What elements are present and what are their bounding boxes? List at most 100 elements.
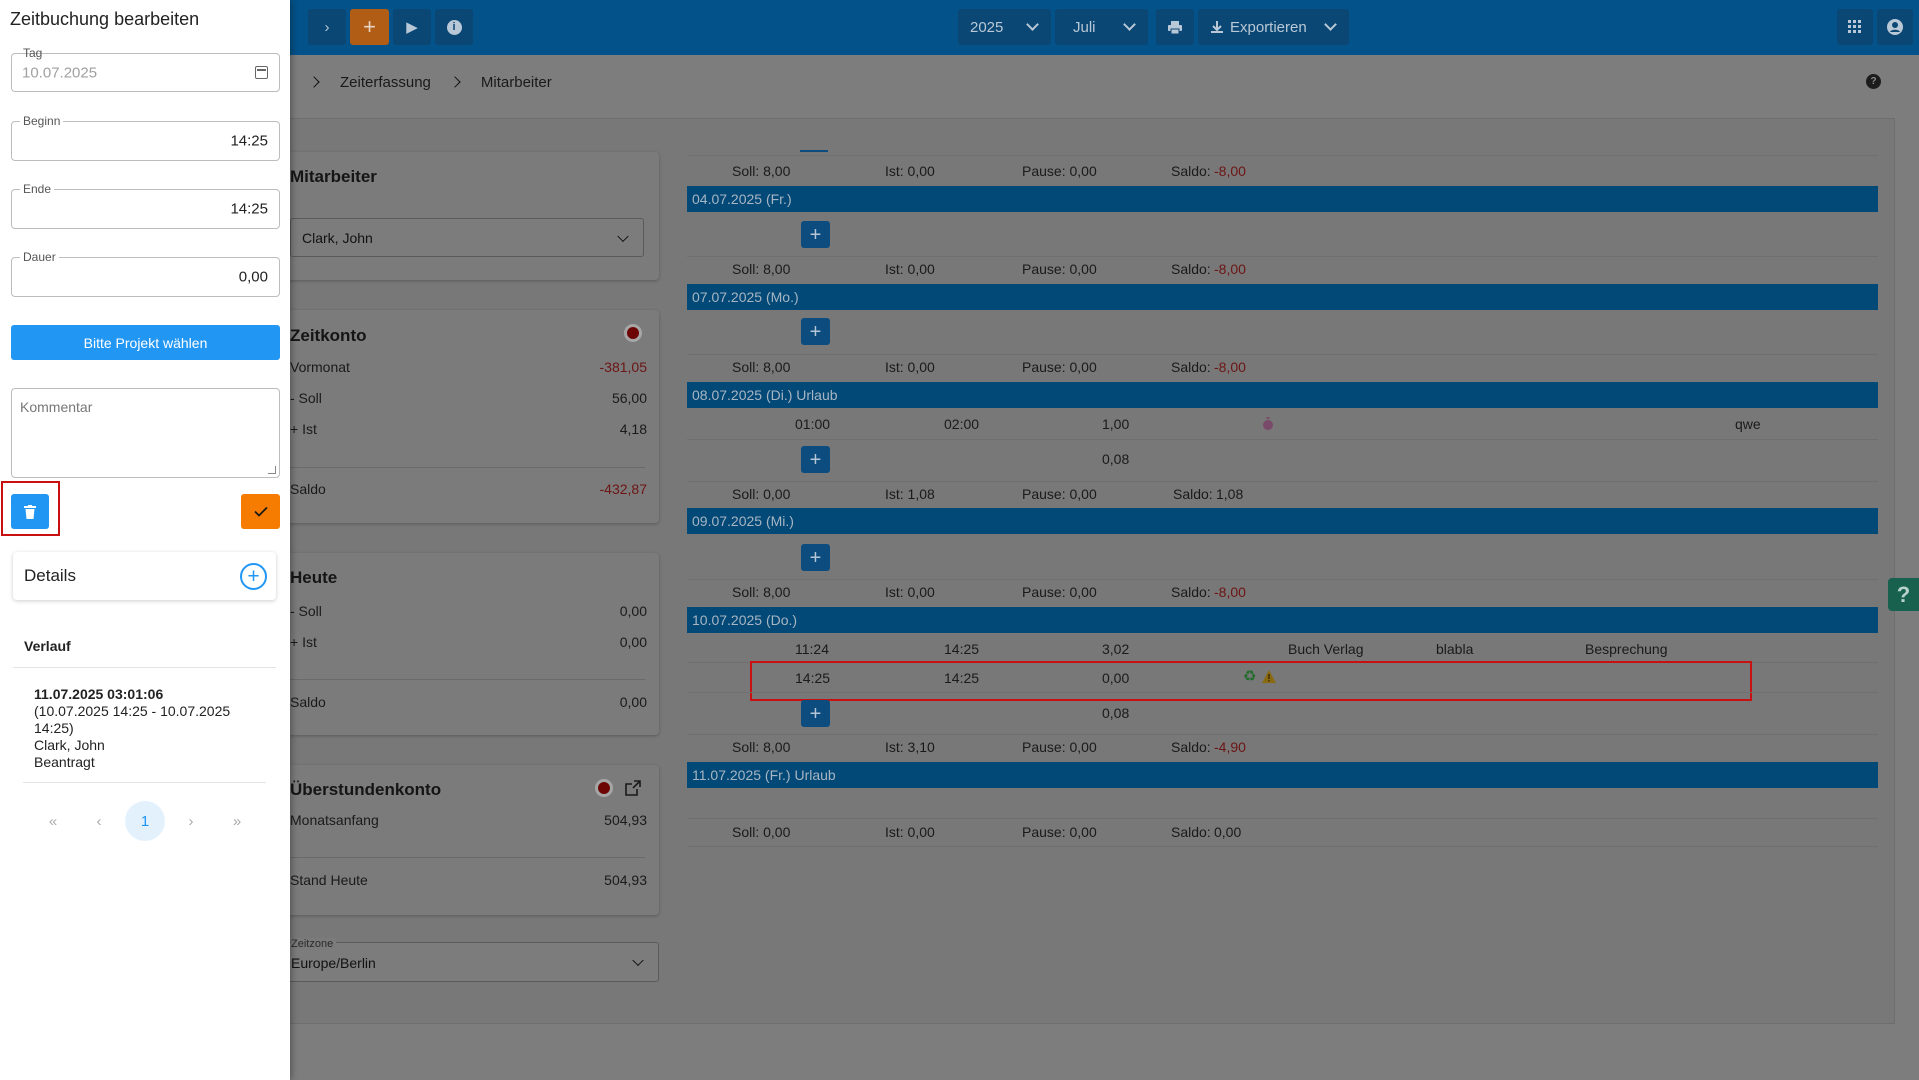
zeitkonto-ist-value: 4,18 (619, 421, 647, 437)
add-button[interactable]: + (350, 9, 389, 45)
day-summary: Soll: 8,00 Ist: 0,00 Pause: 0,00 Saldo: … (687, 163, 1878, 181)
summary-pause: Pause: 0,00 (1022, 163, 1097, 179)
highlight-box (750, 661, 1752, 701)
calendar-icon[interactable] (255, 66, 268, 79)
save-button[interactable] (241, 494, 280, 529)
entry-task[interactable]: Besprechung (1585, 641, 1668, 657)
info-button[interactable]: i (435, 9, 473, 45)
summary-soll: Soll: 8,00 (732, 261, 791, 277)
page-1-button[interactable]: 1 (125, 801, 165, 841)
breadcrumb-mitarbeiter[interactable]: Mitarbeiter (481, 74, 552, 91)
day-subtotal: 0,08 (1102, 451, 1130, 467)
summary-saldo-label: Saldo: (1171, 359, 1211, 375)
add-entry-button[interactable]: + (801, 221, 830, 248)
heute-card: Heute - Soll 0,00 + Ist 0,00 Saldo 0,00 (275, 553, 659, 735)
details-card: Details + (13, 552, 276, 600)
monatsanfang-label: Monatsanfang (290, 812, 379, 828)
zeitzone-select[interactable]: Zeitzone Europe/Berlin (275, 938, 659, 982)
comment-input[interactable]: Kommentar (11, 388, 280, 478)
summary-soll: Soll: 0,00 (732, 824, 791, 840)
info-icon: i (446, 19, 462, 35)
heute-title: Heute (290, 568, 338, 587)
summary-ist: Ist: 0,00 (885, 824, 935, 840)
add-entry-button[interactable]: + (801, 544, 830, 571)
ueberstunden-card: Überstundenkonto Monatsanfang 504,93 Sta… (275, 765, 659, 915)
add-entry-button[interactable]: + (801, 446, 830, 473)
summary-soll: Soll: 8,00 (732, 584, 791, 600)
print-button[interactable] (1156, 9, 1194, 45)
next-page-button[interactable]: › (171, 801, 211, 841)
divider (23, 782, 266, 783)
edit-panel: Zeitbuchung bearbeiten Tag 10.07.2025 Be… (0, 0, 290, 1080)
resize-handle[interactable] (268, 466, 276, 474)
stand-heute-value: 504,93 (604, 872, 647, 888)
year-select[interactable]: 2025 (958, 9, 1051, 45)
summary-saldo-label: Saldo: (1171, 261, 1211, 277)
entry-note[interactable]: qwe (1735, 416, 1761, 432)
beginn-field[interactable]: Beginn 14:25 (11, 114, 280, 161)
chevron-right-icon (449, 76, 461, 88)
add-detail-icon[interactable]: + (240, 563, 267, 590)
tag-field[interactable]: Tag 10.07.2025 (11, 46, 280, 92)
day-header: 10.07.2025 (Do.) (687, 607, 1878, 633)
entry-end[interactable]: 02:00 (944, 416, 979, 432)
summary-ist: Ist: 0,00 (885, 359, 935, 375)
account-button[interactable] (1877, 9, 1913, 45)
zeitkonto-soll-label: - Soll (290, 390, 322, 406)
add-entry-button[interactable]: + (801, 318, 830, 345)
first-page-button[interactable]: « (33, 801, 73, 841)
summary-saldo: -8,00 (1214, 261, 1246, 277)
last-page-button[interactable]: » (217, 801, 257, 841)
status-dot (624, 324, 642, 342)
heute-saldo-value: 0,00 (619, 694, 647, 710)
help-icon[interactable]: ? (1866, 74, 1881, 89)
summary-saldo: -8,00 (1214, 359, 1246, 375)
summary-soll: Soll: 8,00 (732, 163, 791, 179)
pagination: « ‹ 1 › » (0, 801, 290, 845)
beginn-label: Beginn (20, 114, 64, 128)
chevron-right-icon (308, 76, 320, 88)
entry-project[interactable]: blabla (1436, 641, 1473, 657)
delete-button[interactable] (11, 494, 49, 529)
dauer-field[interactable]: Dauer 0,00 (11, 250, 280, 297)
zeitkonto-card: Zeitkonto Vormonat -381,05 - Soll 56,00 … (275, 310, 659, 523)
entry-duration[interactable]: 1,00 (1102, 416, 1129, 432)
row-divider (687, 734, 1878, 735)
entry-duration[interactable]: 3,02 (1102, 641, 1129, 657)
zeitkonto-title: Zeitkonto (290, 326, 367, 345)
summary-saldo: 0,00 (1214, 824, 1242, 840)
day-subtotal: 0,08 (1102, 705, 1130, 721)
monatsanfang-value: 504,93 (604, 812, 647, 828)
entry-start[interactable]: 11:24 (795, 641, 829, 657)
export-button[interactable]: Exportieren (1198, 9, 1349, 45)
check-icon (253, 506, 268, 517)
entry-customer[interactable]: Buch Verlag (1288, 641, 1364, 657)
chevron-down-icon (617, 230, 629, 242)
help-tab-icon[interactable]: ? (1888, 578, 1919, 611)
entry-end[interactable]: 14:25 (944, 641, 979, 657)
zeitkonto-saldo-value: -432,87 (599, 481, 647, 497)
summary-saldo: -4,90 (1214, 739, 1246, 755)
summary-pause: Pause: 0,00 (1022, 486, 1097, 502)
row-divider (687, 256, 1878, 257)
select-project-button[interactable]: Bitte Projekt wählen (11, 325, 280, 360)
apps-button[interactable] (1837, 9, 1873, 45)
mitarbeiter-select[interactable]: Clark, John (290, 218, 644, 257)
forward-icon[interactable]: › (308, 9, 346, 45)
summary-soll: Soll: 8,00 (732, 739, 791, 755)
add-entry-button[interactable]: + (801, 700, 830, 727)
row-divider (687, 481, 1878, 482)
breadcrumb-zeiterfassung[interactable]: Zeiterfassung (340, 74, 431, 91)
stopwatch-icon (1263, 417, 1273, 430)
zeitkonto-vormonat-label: Vormonat (290, 359, 350, 375)
prev-page-button[interactable]: ‹ (79, 801, 119, 841)
row-divider (687, 439, 1878, 440)
play-button[interactable]: ▶ (393, 9, 431, 45)
ende-field[interactable]: Ende 14:25 (11, 182, 280, 229)
day-header: 09.07.2025 (Mi.) (687, 508, 1878, 534)
month-select[interactable]: Juli (1055, 9, 1148, 45)
zeitkonto-soll-value: 56,00 (611, 390, 647, 406)
entry-start[interactable]: 01:00 (795, 416, 830, 432)
zeitkonto-vormonat-value: -381,05 (599, 359, 647, 375)
external-link-icon[interactable] (625, 780, 641, 796)
